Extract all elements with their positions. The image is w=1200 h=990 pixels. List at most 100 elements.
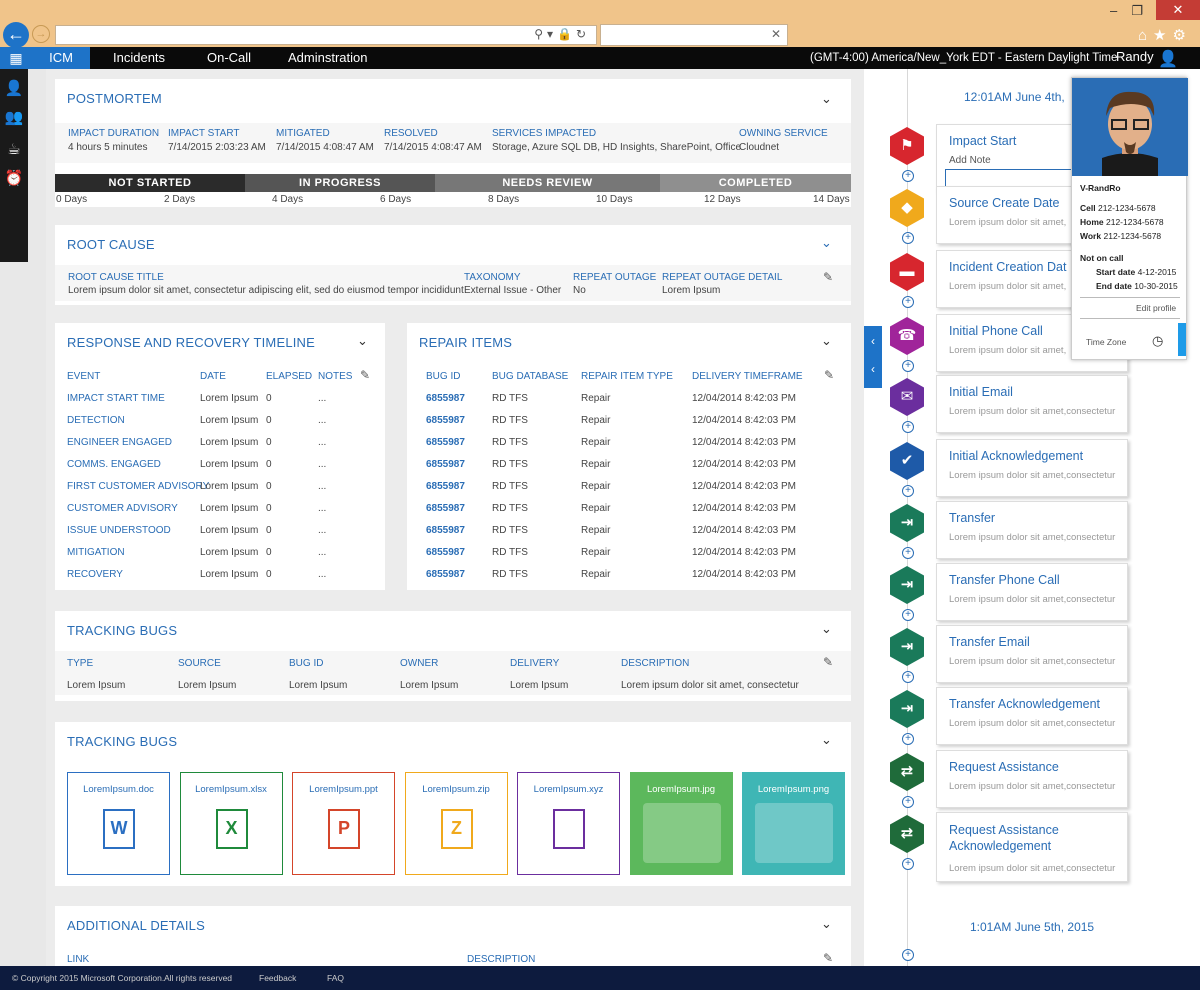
nav-administration[interactable]: Adminstration: [288, 47, 367, 69]
timeline-event-card[interactable]: Transfer Email Lorem ipsum dolor sit amet…: [936, 625, 1128, 683]
event-cell[interactable]: FIRST CUSTOMER ADVISORY: [67, 481, 209, 492]
scroll-indicator[interactable]: [1178, 323, 1186, 356]
bug-id-link[interactable]: 6855987: [426, 415, 465, 426]
add-event-plus-icon[interactable]: +: [902, 609, 914, 621]
icm-logo[interactable]: ICM: [32, 47, 90, 69]
swap-arrows-icon[interactable]: ⇄: [890, 753, 924, 791]
divider: [1080, 318, 1180, 319]
event-cell[interactable]: ENGINEER ENGAGED: [67, 437, 172, 448]
edit-pencil-icon[interactable]: ✎: [823, 270, 833, 284]
forward-arrow-icon[interactable]: →: [32, 25, 50, 43]
add-event-plus-icon[interactable]: +: [902, 733, 914, 745]
chevron-down-icon[interactable]: ⌄: [821, 621, 832, 637]
timeline-event-card[interactable]: Initial Email Lorem ipsum dolor sit amet,…: [936, 375, 1128, 433]
chevron-down-icon[interactable]: ⌄: [821, 91, 832, 107]
root-cause-fields: ROOT CAUSE TITLE Lorem ipsum dolor sit a…: [55, 265, 851, 301]
chevron-down-icon[interactable]: ⌄: [821, 916, 832, 932]
edit-pencil-icon[interactable]: ✎: [823, 951, 833, 965]
diamond-icon[interactable]: ◆: [890, 189, 924, 227]
add-event-plus-icon[interactable]: +: [902, 547, 914, 559]
timeline-event-card[interactable]: Initial Acknowledgement Lorem ipsum dolor…: [936, 439, 1128, 497]
collapse-panel-button[interactable]: ‹ ‹: [864, 326, 882, 388]
event-cell[interactable]: IMPACT START TIME: [67, 393, 165, 404]
file-type-letter: Z: [451, 818, 462, 838]
close-tab-icon[interactable]: ✕: [771, 27, 781, 41]
window-close-icon[interactable]: ✕: [1156, 0, 1200, 20]
user-icon[interactable]: 👤: [1158, 49, 1178, 69]
attachment-tile[interactable]: LoremIpsum.zip Z: [404, 772, 508, 875]
attachment-tile[interactable]: LoremIpsum.jpg: [629, 772, 733, 875]
attachment-tile[interactable]: LoremIpsum.xyz: [517, 772, 620, 875]
add-event-plus-icon[interactable]: +: [902, 671, 914, 683]
envelope-icon[interactable]: ✉: [890, 378, 924, 416]
bug-id-link[interactable]: 6855987: [426, 481, 465, 492]
add-event-plus-icon[interactable]: +: [902, 421, 914, 433]
attachment-tile[interactable]: LoremIpsum.xlsx X: [179, 772, 283, 875]
chevron-down-icon[interactable]: ⌄: [821, 333, 832, 349]
edit-pencil-icon[interactable]: ✎: [823, 655, 833, 669]
edit-pencil-icon[interactable]: ✎: [360, 368, 370, 382]
event-cell[interactable]: COMMS. ENGAGED: [67, 459, 161, 470]
user-name[interactable]: Randy: [1116, 47, 1154, 67]
bug-id-link[interactable]: 6855987: [426, 569, 465, 580]
event-cell[interactable]: CUSTOMER ADVISORY: [67, 503, 178, 514]
add-event-plus-icon[interactable]: +: [902, 858, 914, 870]
back-arrow-icon[interactable]: ←: [3, 22, 29, 48]
add-event-plus-icon[interactable]: +: [902, 796, 914, 808]
chevron-down-icon[interactable]: ⌄: [821, 732, 832, 748]
event-cell[interactable]: ISSUE UNDERSTOOD: [67, 525, 171, 536]
field-value: Lorem ipsum dolor sit amet, consectetur …: [68, 285, 464, 296]
transfer-icon[interactable]: ⇥: [890, 504, 924, 542]
attachment-tile[interactable]: LoremIpsum.png: [742, 772, 845, 875]
event-cell[interactable]: RECOVERY: [67, 569, 123, 580]
bug-id-link[interactable]: 6855987: [426, 547, 465, 558]
add-event-plus-icon[interactable]: +: [902, 170, 914, 182]
timeline-event-card[interactable]: Transfer Acknowledgement Lorem ipsum dolo…: [936, 687, 1128, 745]
address-bar[interactable]: ⚲▾🔒↻: [55, 25, 597, 45]
chevron-down-icon[interactable]: ⌄: [357, 333, 368, 349]
bug-id-link[interactable]: 6855987: [426, 459, 465, 470]
map-pin-icon[interactable]: ⚑: [890, 127, 924, 165]
timeline-event-card[interactable]: Request Assistance Acknowledgement Lorem …: [936, 812, 1128, 882]
browser-tab[interactable]: ✕: [600, 24, 788, 46]
coffee-icon[interactable]: ☕: [4, 140, 24, 158]
phone-icon[interactable]: ☎: [890, 317, 924, 355]
transfer-icon[interactable]: ⇥: [890, 690, 924, 728]
attachment-tile[interactable]: LoremIpsum.ppt P: [292, 772, 395, 875]
browser-toolbar-icons[interactable]: ⌂★⚙: [1138, 26, 1192, 44]
timeline-event-card[interactable]: Transfer Phone Call Lorem ipsum dolor sit…: [936, 563, 1128, 621]
chevron-down-icon[interactable]: ⌄: [821, 235, 832, 251]
add-event-plus-icon[interactable]: +: [902, 485, 914, 497]
feedback-link[interactable]: Feedback: [259, 966, 296, 990]
nav-on-call[interactable]: On-Call: [207, 47, 251, 69]
bug-id-link[interactable]: 6855987: [426, 437, 465, 448]
timeline-event-card[interactable]: Request Assistance Lorem ipsum dolor sit …: [936, 750, 1128, 808]
transfer-icon[interactable]: ⇥: [890, 628, 924, 666]
transfer-icon[interactable]: ⇥: [890, 566, 924, 604]
bug-id-link[interactable]: 6855987: [426, 503, 465, 514]
alarm-clock-icon[interactable]: ⏰: [4, 169, 24, 187]
edit-profile-link[interactable]: Edit profile: [1136, 303, 1176, 313]
bug-id-link[interactable]: 6855987: [426, 393, 465, 404]
clock-icon[interactable]: ◷: [1152, 333, 1163, 349]
attachment-tile[interactable]: LoremIpsum.doc W: [67, 772, 170, 875]
faq-link[interactable]: FAQ: [327, 966, 344, 990]
window-controls[interactable]: –❐: [1110, 3, 1157, 19]
add-event-plus-icon[interactable]: +: [902, 296, 914, 308]
edit-pencil-icon[interactable]: ✎: [824, 368, 834, 382]
team-icon[interactable]: 👥: [4, 108, 24, 126]
add-event-plus-icon[interactable]: +: [902, 949, 914, 961]
bug-id-link[interactable]: 6855987: [426, 525, 465, 536]
swap-arrows-icon[interactable]: ⇄: [890, 815, 924, 853]
event-cell[interactable]: DETECTION: [67, 415, 125, 426]
add-user-icon[interactable]: 👤: [4, 79, 24, 97]
nav-incidents[interactable]: Incidents: [113, 47, 165, 69]
ticket-icon[interactable]: ▬: [890, 253, 924, 291]
add-event-plus-icon[interactable]: +: [902, 360, 914, 372]
address-bar-icons[interactable]: ⚲▾🔒↻: [534, 27, 590, 41]
app-grid-icon[interactable]: ▦: [0, 47, 32, 69]
checkmark-icon[interactable]: ✔: [890, 442, 924, 480]
add-event-plus-icon[interactable]: +: [902, 232, 914, 244]
event-cell[interactable]: MITIGATION: [67, 547, 125, 558]
timeline-event-card[interactable]: Transfer Lorem ipsum dolor sit amet,conse…: [936, 501, 1128, 559]
